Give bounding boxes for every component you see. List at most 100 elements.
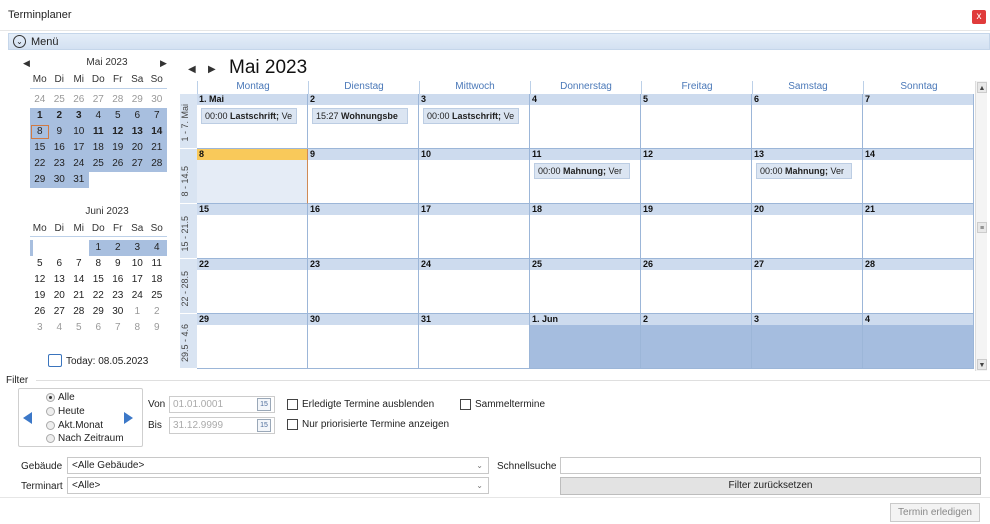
mini-day[interactable]: 24	[128, 288, 148, 304]
day-cell[interactable]: 9	[308, 149, 419, 204]
mini-day[interactable]: 23	[49, 156, 69, 172]
mini-day[interactable]: 10	[128, 256, 148, 272]
week-label[interactable]: 29.5 - 4.6	[180, 314, 197, 369]
today-button[interactable]	[48, 354, 62, 367]
scroll-thumb-icon[interactable]: ≡	[977, 222, 987, 233]
mini-day[interactable]: 1	[128, 304, 148, 320]
day-cell[interactable]: 19	[641, 204, 752, 259]
mini-day[interactable]: 8	[30, 124, 50, 140]
appointment[interactable]: 00:00 Mahnung; Ver	[534, 163, 630, 179]
appointment[interactable]: 00:00 Lastschrift; Ve	[423, 108, 519, 124]
day-cell[interactable]: 24	[419, 259, 530, 314]
mini-day[interactable]: 11	[147, 256, 167, 272]
day-cell[interactable]: 12	[641, 149, 752, 204]
reset-filter-button[interactable]: Filter zurücksetzen	[560, 477, 981, 495]
mini-day[interactable]: 27	[89, 92, 109, 108]
mini-day[interactable]: 8	[89, 256, 109, 272]
mini-day[interactable]: 28	[108, 92, 128, 108]
terminart-select[interactable]: <Alle> ⌄	[67, 477, 489, 494]
day-cell[interactable]: 22	[197, 259, 308, 314]
day-cell[interactable]: 8	[197, 149, 308, 204]
mini-day[interactable]: 14	[69, 272, 89, 288]
mark-done-button[interactable]: Termin erledigen	[890, 503, 980, 522]
day-cell[interactable]: 16	[308, 204, 419, 259]
mini-day[interactable]: 28	[147, 156, 167, 172]
week-label[interactable]: 15 - 21.5	[180, 204, 197, 259]
mini-day[interactable]: 3	[30, 320, 50, 336]
mini-day[interactable]: 12	[108, 124, 128, 140]
mini-day[interactable]: 3	[127, 240, 147, 256]
gebaeude-select[interactable]: <Alle Gebäude> ⌄	[67, 457, 489, 474]
mini-day[interactable]: 5	[108, 108, 128, 124]
mini-day[interactable]: 15	[30, 140, 50, 156]
mini-day[interactable]: 31	[69, 172, 89, 188]
mini-day[interactable]: 21	[69, 288, 89, 304]
close-button[interactable]: x	[972, 10, 986, 24]
day-cell[interactable]: 7	[863, 94, 974, 149]
mini-day[interactable]: 27	[127, 156, 147, 172]
mini-day[interactable]: 30	[108, 304, 128, 320]
mini-day[interactable]: 4	[88, 108, 108, 124]
mini-day[interactable]: 12	[30, 272, 50, 288]
day-cell[interactable]: 29	[197, 314, 308, 369]
mini-day[interactable]: 2	[147, 304, 167, 320]
mini-day[interactable]: 11	[88, 124, 108, 140]
appointment[interactable]: 00:00 Lastschrift; Ve	[201, 108, 297, 124]
today-label[interactable]: Today: 08.05.2023	[66, 356, 148, 367]
mini-day[interactable]: 13	[50, 272, 70, 288]
day-cell[interactable]: 10	[419, 149, 530, 204]
mini-day[interactable]: 30	[147, 92, 167, 108]
mini-day[interactable]: 7	[147, 108, 167, 124]
mini-day[interactable]: 26	[108, 156, 128, 172]
mini-day[interactable]: 27	[50, 304, 70, 320]
mini-day[interactable]: 29	[89, 304, 109, 320]
day-cell[interactable]: 31	[419, 314, 530, 369]
mini-day[interactable]: 30	[49, 172, 69, 188]
priority-only-checkbox[interactable]	[287, 419, 298, 430]
mini-day[interactable]: 17	[69, 140, 89, 156]
mini-day[interactable]: 29	[128, 92, 148, 108]
quick-search-input[interactable]	[560, 457, 981, 474]
radio-heute[interactable]	[46, 407, 55, 416]
day-cell[interactable]: 28	[863, 259, 974, 314]
mini-day[interactable]: 1	[30, 108, 50, 124]
day-cell[interactable]: 4	[863, 314, 974, 369]
day-cell[interactable]: 6	[752, 94, 863, 149]
appointment[interactable]: 15:27 Wohnungsbe	[312, 108, 408, 124]
week-label[interactable]: 1 - 7. Mai	[180, 94, 197, 149]
day-cell[interactable]: 23	[308, 259, 419, 314]
mini-day[interactable]: 4	[147, 240, 167, 256]
mini-day[interactable]: 29	[30, 172, 50, 188]
mini-day[interactable]: 6	[50, 256, 70, 272]
mini-day[interactable]: 26	[30, 304, 50, 320]
mini-day[interactable]: 24	[30, 92, 50, 108]
mini-day[interactable]: 3	[69, 108, 89, 124]
mini-day[interactable]: 17	[128, 272, 148, 288]
day-cell[interactable]: 2	[641, 314, 752, 369]
filter-next-icon[interactable]	[124, 412, 133, 424]
mini-day[interactable]: 18	[147, 272, 167, 288]
mini-day[interactable]: 15	[89, 272, 109, 288]
vertical-scrollbar[interactable]: ▲ ≡ ▼	[975, 81, 987, 371]
mini-day[interactable]: 13	[127, 124, 147, 140]
scroll-up-icon[interactable]: ▲	[977, 82, 987, 93]
mini-calendar-may[interactable]: 24 25 26 27 28 29 30 1 2 3 4 5 6 7 8 9 10 11 12 13 14 15 16 17 1…	[30, 92, 167, 188]
mini-day[interactable]: 26	[69, 92, 89, 108]
mini-day[interactable]: 25	[88, 156, 108, 172]
mini-day[interactable]: 28	[69, 304, 89, 320]
day-cell[interactable]: 14	[863, 149, 974, 204]
mini-day[interactable]: 16	[49, 140, 69, 156]
mini-day[interactable]: 9	[108, 256, 128, 272]
mini-day[interactable]: 8	[128, 320, 148, 336]
day-cell[interactable]: 25	[530, 259, 641, 314]
mini-day[interactable]: 7	[69, 256, 89, 272]
mini-day[interactable]: 10	[69, 124, 89, 140]
mini-prev-month-icon[interactable]: ◀	[23, 58, 30, 69]
mini-day[interactable]: 4	[50, 320, 70, 336]
mini-day[interactable]: 22	[30, 156, 50, 172]
day-cell[interactable]: 3	[752, 314, 863, 369]
mini-day[interactable]: 23	[108, 288, 128, 304]
mini-day[interactable]: 5	[69, 320, 89, 336]
mini-day[interactable]: 19	[30, 288, 50, 304]
radio-nach-zeitraum[interactable]	[46, 434, 55, 443]
